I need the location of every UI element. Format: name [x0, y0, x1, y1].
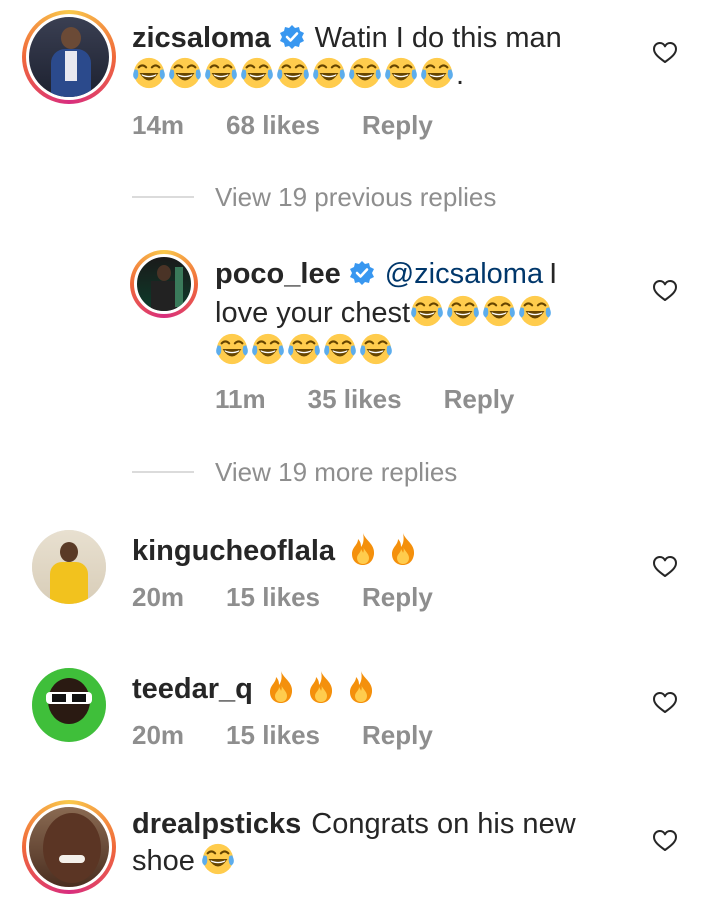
reply-button[interactable]: Reply — [444, 384, 515, 414]
heart-outline-icon[interactable] — [652, 690, 678, 716]
tears-of-joy-emoji — [410, 294, 444, 328]
heart-outline-icon[interactable] — [652, 554, 678, 580]
verified-badge-icon — [349, 260, 375, 286]
avatar[interactable] — [130, 250, 198, 318]
avatar[interactable] — [32, 668, 106, 742]
tears-of-joy-emoji — [312, 56, 346, 90]
comment-drealpsticks: drealpsticks Congrats on his new shoe — [0, 792, 720, 900]
fire-emoji — [307, 670, 335, 704]
comment-time: 14m — [132, 110, 185, 140]
tears-of-joy-emoji — [204, 56, 238, 90]
comment-text: love your chest — [215, 297, 411, 329]
comment-username[interactable]: poco_lee — [215, 258, 341, 290]
tears-of-joy-emoji — [482, 294, 516, 328]
reply-button[interactable]: Reply — [362, 110, 433, 140]
comment-username[interactable]: kingucheoflala — [132, 535, 335, 567]
comment-time: 20m — [132, 582, 185, 612]
view-more-replies-button[interactable]: View 19 more replies — [215, 457, 457, 488]
avatar[interactable] — [22, 10, 116, 104]
comment-username[interactable]: teedar_q — [132, 673, 253, 705]
fire-emoji — [389, 532, 417, 566]
tears-of-joy-emoji — [251, 332, 285, 366]
tears-of-joy-emoji — [132, 56, 166, 90]
comment-teedar-q: teedar_q 20m 15 likes Reply — [0, 656, 720, 776]
tears-of-joy-emoji — [287, 332, 321, 366]
comment-text: shoe — [132, 845, 195, 877]
tears-of-joy-emoji — [359, 332, 393, 366]
heart-outline-icon[interactable] — [652, 828, 678, 854]
verified-badge-icon — [279, 24, 305, 50]
comment-text: I — [549, 258, 558, 290]
comment-time: 11m — [215, 384, 266, 414]
mention-link[interactable]: @zicsaloma — [385, 258, 543, 290]
comment-username[interactable]: drealpsticks — [132, 808, 301, 840]
heart-outline-icon[interactable] — [652, 40, 678, 66]
avatar[interactable] — [22, 800, 116, 894]
comment-poco-lee: poco_lee @zicsaloma I love your chest 11m 3… — [0, 240, 720, 430]
tears-of-joy-emoji — [384, 56, 418, 90]
tears-of-joy-emoji — [276, 56, 310, 90]
tears-of-joy-emoji — [323, 332, 357, 366]
comment-text: Congrats on his new — [311, 808, 576, 840]
tears-of-joy-emoji — [446, 294, 480, 328]
fire-emoji — [347, 670, 375, 704]
comment-likes[interactable]: 35 likes — [308, 384, 402, 414]
comment-zicsaloma: zicsaloma Watin I do this man . 14m 68 lik… — [0, 0, 720, 160]
view-previous-replies-button[interactable]: View 19 previous replies — [215, 182, 496, 213]
comment-likes[interactable]: 15 likes — [226, 582, 320, 612]
comment-likes[interactable]: 15 likes — [226, 720, 320, 750]
tears-of-joy-emoji — [215, 332, 249, 366]
comment-username[interactable]: zicsaloma — [132, 22, 271, 54]
comment-text: Watin I do this man — [314, 22, 562, 54]
tears-of-joy-emoji — [420, 56, 454, 90]
comment-kingucheoflala: kingucheoflala 20m 15 likes Reply — [0, 520, 720, 640]
tears-of-joy-emoji — [201, 842, 235, 876]
fire-emoji — [349, 532, 377, 566]
comment-text-suffix: . — [456, 59, 465, 91]
tears-of-joy-emoji — [240, 56, 274, 90]
tears-of-joy-emoji — [518, 294, 552, 328]
tears-of-joy-emoji — [348, 56, 382, 90]
fire-emoji — [267, 670, 295, 704]
divider-line — [132, 196, 194, 198]
avatar[interactable] — [32, 530, 106, 604]
comment-time: 20m — [132, 720, 185, 750]
comment-likes[interactable]: 68 likes — [226, 110, 320, 140]
reply-button[interactable]: Reply — [362, 720, 433, 750]
heart-outline-icon[interactable] — [652, 278, 678, 304]
divider-line — [132, 471, 194, 473]
reply-button[interactable]: Reply — [362, 582, 433, 612]
tears-of-joy-emoji — [168, 56, 202, 90]
